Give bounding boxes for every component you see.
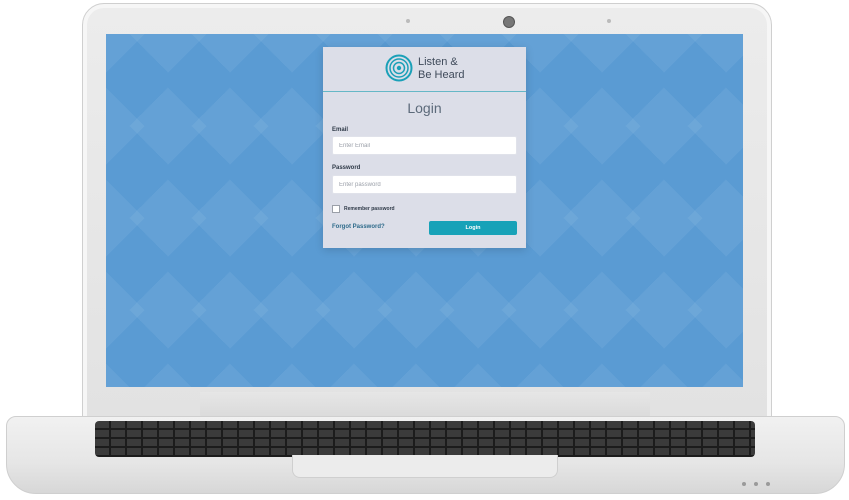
remember-password-row: Remember password — [332, 205, 395, 213]
status-light-1 — [742, 482, 746, 486]
email-label: Email — [332, 127, 349, 133]
login-button[interactable]: Login — [429, 221, 517, 235]
password-input[interactable] — [332, 175, 517, 194]
webcam-icon — [503, 16, 515, 28]
listen-logo-icon — [385, 54, 413, 82]
ambient-sensor-right — [607, 19, 611, 23]
ambient-sensor-left — [406, 19, 410, 23]
login-title: Login — [407, 100, 442, 116]
brand-header: Listen & Be Heard — [323, 47, 526, 92]
remember-password-label: Remember password — [344, 206, 395, 212]
brand-name: Listen & Be Heard — [418, 56, 464, 82]
email-input[interactable] — [332, 136, 517, 155]
forgot-password-link[interactable]: Forgot Password? — [332, 224, 385, 230]
status-light-3 — [766, 482, 770, 486]
login-card: Listen & Be Heard Login Email Password R… — [323, 47, 526, 248]
brand-line-1: Listen & — [418, 56, 458, 68]
password-label: Password — [332, 165, 361, 171]
keyboard — [95, 421, 755, 457]
status-light-2 — [754, 482, 758, 486]
touchpad — [292, 455, 558, 478]
remember-password-checkbox[interactable] — [332, 205, 340, 213]
brand-line-2: Be Heard — [418, 69, 465, 81]
